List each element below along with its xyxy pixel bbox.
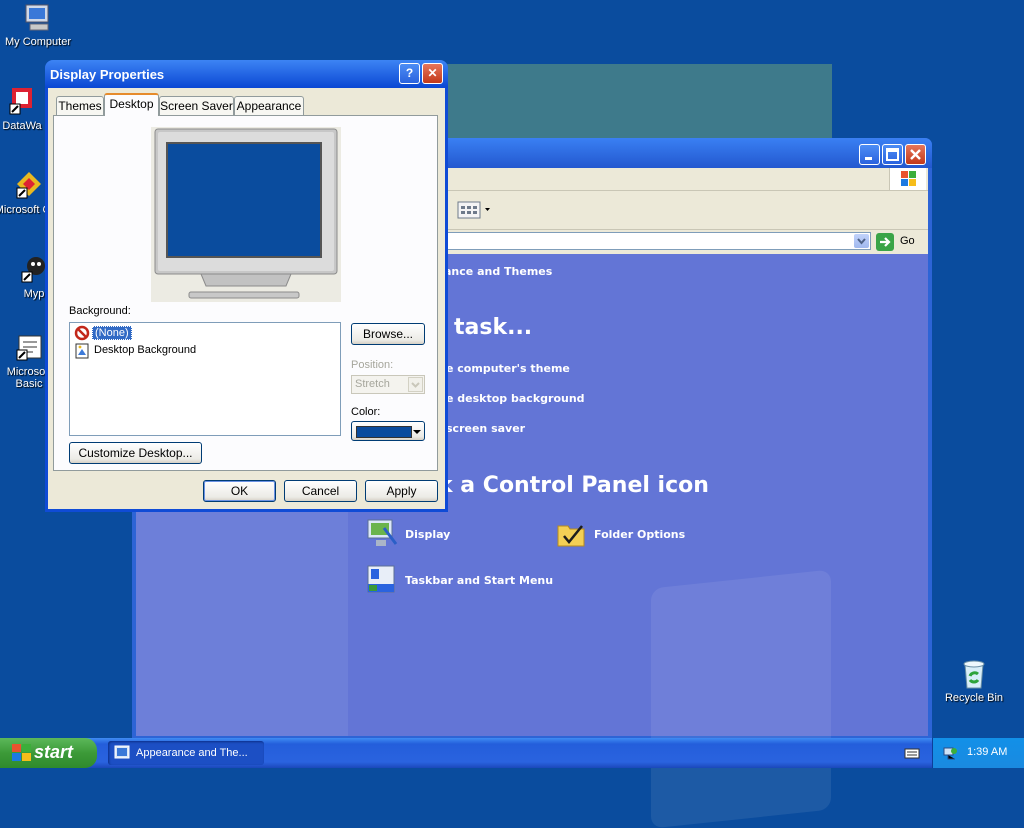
maximize-icon — [886, 148, 899, 161]
tab-label: Themes — [58, 99, 102, 113]
position-value: Stretch — [355, 378, 390, 390]
close-icon — [910, 149, 921, 160]
chevron-down-icon — [411, 382, 420, 388]
dialog-close-button[interactable]: ✕ — [422, 63, 443, 84]
tab-themes[interactable]: Themes — [56, 96, 104, 115]
tab-appearance[interactable]: Appearance — [234, 96, 304, 115]
ok-button[interactable]: OK — [203, 480, 276, 502]
tab-label: Appearance — [236, 99, 302, 113]
desktop-icon-recycle-bin[interactable]: Recycle Bin — [939, 658, 1009, 704]
desktop: { "desktop": { "icons": [ {"label": "My … — [0, 0, 1024, 828]
button-label: Cancel — [301, 484, 340, 498]
display-properties-dialog[interactable]: Display Properties ? ✕ Themes Desktop Sc… — [45, 60, 448, 512]
network-icon[interactable] — [942, 745, 958, 761]
keyboard-icon[interactable] — [904, 746, 920, 760]
minimize-button[interactable] — [859, 144, 880, 165]
views-icon — [457, 201, 490, 219]
maximize-button[interactable] — [882, 144, 903, 165]
folder-options-icon — [557, 525, 585, 547]
position-label: Position: — [351, 359, 394, 371]
desktop-icon-label: DataWa — [2, 120, 42, 132]
shortcut-icon — [13, 332, 45, 364]
dialog-title: Display Properties — [50, 67, 165, 82]
chevron-down-icon — [857, 238, 866, 245]
desktop-icon-label: My Computer — [4, 36, 72, 48]
background-list[interactable]: (None) Desktop Background — [69, 322, 341, 436]
apply-button[interactable]: Apply — [365, 480, 438, 502]
pick-icon-heading: k a Control Panel icon — [438, 473, 709, 498]
task-link-theme[interactable]: e computer's theme — [446, 362, 570, 375]
shortcut-icon — [13, 170, 45, 202]
tab-label: Desktop — [109, 97, 154, 111]
address-dropdown-button[interactable] — [854, 234, 869, 248]
start-label: start — [34, 742, 74, 762]
customize-desktop-button[interactable]: Customize Desktop... — [69, 442, 202, 464]
list-item[interactable]: (None) — [73, 325, 193, 341]
help-icon: ? — [405, 66, 414, 80]
minimize-icon — [865, 157, 872, 160]
clock[interactable]: 1:39 AM — [967, 746, 1007, 758]
cp-item-display[interactable]: Display — [366, 518, 546, 552]
window-shadow-region — [444, 64, 832, 140]
cancel-button[interactable]: Cancel — [284, 480, 357, 502]
button-label: Browse... — [362, 327, 413, 341]
desktop-icon-label: Myp — [23, 288, 45, 300]
color-picker-button[interactable] — [351, 421, 425, 441]
desktop-icon-my-computer[interactable]: My Computer — [3, 2, 73, 48]
image-file-icon — [75, 343, 89, 359]
task-link-desktop-background[interactable]: e desktop background — [446, 392, 585, 405]
list-item-label: Desktop Background — [94, 344, 197, 356]
browse-button[interactable]: Browse... — [351, 323, 425, 345]
color-swatch — [356, 426, 412, 438]
list-item-label: (None) — [92, 326, 132, 340]
go-arrow-icon — [876, 233, 894, 251]
cp-item-folder-options[interactable]: Folder Options — [556, 518, 736, 552]
pick-task-heading: task... — [454, 315, 533, 340]
cp-item-taskbar-start-menu[interactable]: Taskbar and Start Menu — [366, 564, 586, 598]
system-tray: 1:39 AM — [932, 738, 1024, 768]
taskbar-icon — [367, 565, 395, 593]
no-symbol-icon — [74, 325, 90, 341]
tab-desktop[interactable]: Desktop — [104, 93, 159, 116]
tab-screen-saver[interactable]: Screen Saver — [159, 96, 234, 115]
go-label: Go — [900, 235, 915, 247]
control-panel-icon — [114, 745, 130, 759]
cp-item-label: Taskbar and Start Menu — [405, 574, 554, 587]
watermark-graphic — [651, 569, 831, 828]
my-computer-icon — [22, 2, 54, 34]
category-title: ance and Themes — [444, 265, 553, 278]
cp-item-label: Folder Options — [594, 528, 686, 541]
windows-logo-icon — [889, 168, 926, 190]
views-button[interactable] — [454, 199, 496, 221]
go-button[interactable]: Go — [876, 232, 922, 252]
display-icon — [367, 519, 398, 546]
close-icon: ✕ — [427, 66, 438, 80]
shortcut-icon — [6, 86, 38, 118]
button-label: OK — [230, 484, 249, 498]
recycle-bin-icon — [958, 658, 990, 690]
background-label: Background: — [69, 305, 131, 317]
button-label: Customize Desktop... — [78, 446, 193, 460]
desktop-icon-label: Recycle Bin — [944, 692, 1004, 704]
close-button[interactable] — [905, 144, 926, 165]
help-button[interactable]: ? — [399, 63, 420, 84]
list-item[interactable]: Desktop Background — [73, 343, 273, 359]
monitor-preview — [151, 127, 341, 302]
tab-label: Screen Saver — [160, 99, 233, 113]
windows-logo-icon — [12, 744, 31, 761]
button-label: Apply — [386, 484, 417, 498]
taskbar: start Appearance and The... 1:39 AM — [0, 738, 1024, 768]
task-link-screen-saver[interactable]: screen saver — [446, 422, 525, 435]
desktop-tab-panel: Background: (None) Desktop Background Br… — [53, 115, 438, 471]
cp-item-label: Display — [405, 528, 451, 541]
taskbar-item-label: Appearance and The... — [136, 747, 248, 759]
dialog-body: Themes Desktop Screen Saver Appearance B… — [48, 88, 445, 509]
position-dropdown-button[interactable] — [408, 377, 423, 392]
taskbar-item-appearance-and-themes[interactable]: Appearance and The... — [108, 741, 264, 765]
dialog-titlebar[interactable]: Display Properties ? ✕ — [45, 60, 448, 88]
start-button[interactable]: start — [0, 738, 97, 768]
color-label: Color: — [351, 406, 381, 418]
chevron-down-icon — [413, 430, 421, 434]
position-select[interactable]: Stretch — [351, 375, 425, 394]
